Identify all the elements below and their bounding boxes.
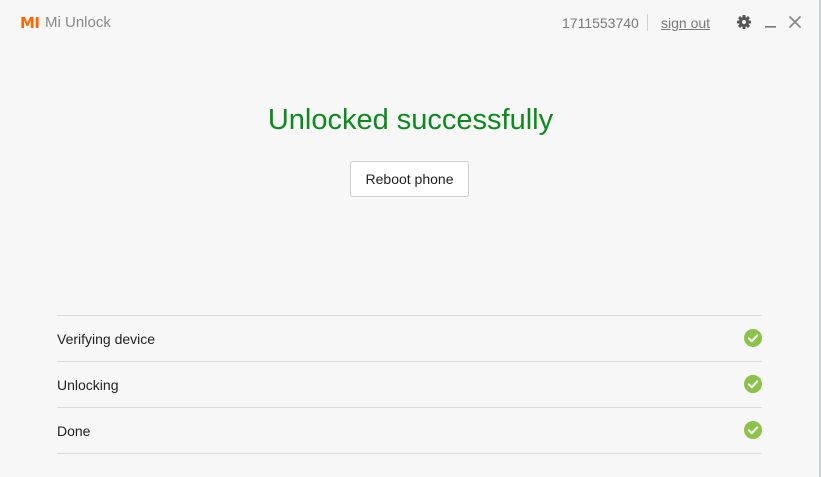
minimize-icon[interactable]	[763, 14, 779, 30]
step-unlocking: Unlocking	[57, 362, 762, 408]
reboot-phone-button[interactable]: Reboot phone	[350, 161, 469, 197]
check-circle-icon	[744, 421, 762, 439]
sign-out-link[interactable]: sign out	[661, 14, 710, 32]
gear-icon[interactable]	[736, 14, 752, 30]
mi-unlock-window: MI Mi Unlock 1711553740 sign out Unlocke…	[0, 0, 821, 477]
account-id: 1711553740	[562, 15, 639, 31]
check-circle-icon	[744, 329, 762, 347]
step-label: Verifying device	[57, 331, 156, 347]
close-icon[interactable]	[787, 14, 803, 30]
progress-steps-list: Verifying device Unlocking Done	[57, 315, 762, 454]
check-circle-icon	[744, 375, 762, 393]
step-done: Done	[57, 408, 762, 454]
step-verifying-device: Verifying device	[57, 316, 762, 362]
step-label: Done	[57, 423, 91, 439]
title-separator	[647, 14, 648, 31]
unlock-status-heading: Unlocked successfully	[267, 104, 554, 136]
mi-logo: MI	[20, 14, 40, 32]
app-title: Mi Unlock	[45, 14, 111, 31]
step-label: Unlocking	[57, 377, 119, 393]
title-bar: MI Mi Unlock 1711553740 sign out	[0, 0, 819, 46]
